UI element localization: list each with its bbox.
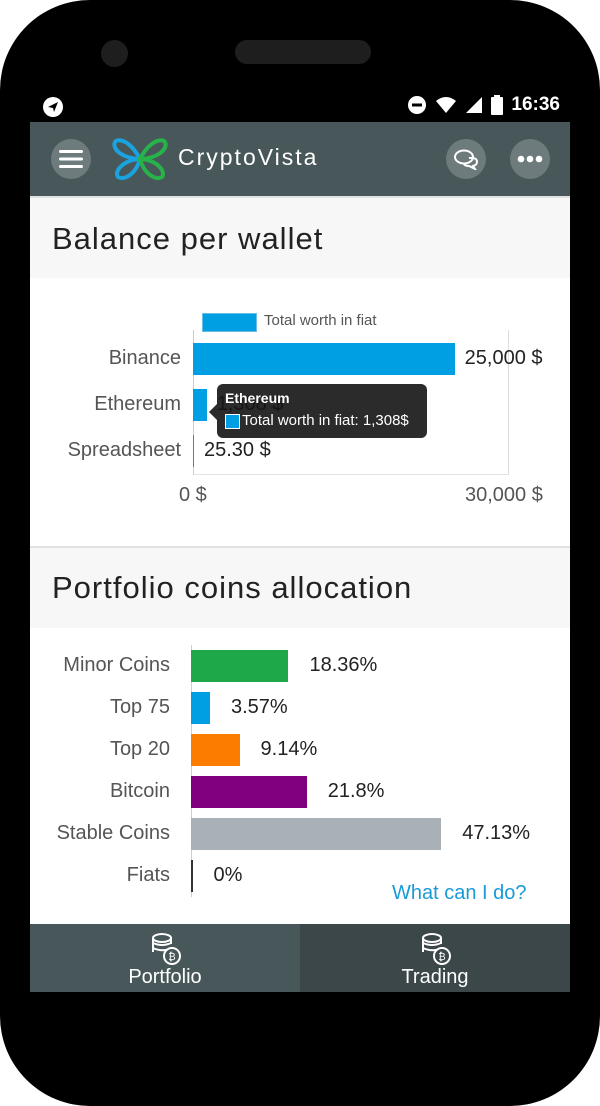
battery-icon [491, 95, 504, 115]
bar [191, 734, 240, 766]
data-label: 47.13% [462, 822, 531, 844]
y-tick-label: Bitcoin [109, 780, 170, 802]
data-label: 25,000 $ [464, 347, 543, 369]
bar [193, 435, 194, 467]
bar [193, 343, 455, 375]
location-arrow-icon [43, 97, 63, 117]
data-label: 25.30 $ [204, 439, 271, 461]
wifi-icon [436, 97, 457, 113]
bar [191, 776, 307, 808]
y-tick-label: Top 20 [109, 738, 170, 760]
y-tick-label: Minor Coins [63, 654, 170, 676]
chat-bubbles-icon [454, 149, 479, 170]
menu-button[interactable] [51, 139, 91, 179]
coins-stack-icon: ₿ [152, 933, 181, 965]
data-label: 9.14% [260, 738, 318, 760]
bar [193, 389, 207, 421]
signal-icon [466, 97, 483, 113]
bar [191, 692, 210, 724]
chart-tooltip: Ethereum Total worth in fiat: 1,308$ [217, 384, 427, 438]
data-label: 18.36% [309, 654, 378, 676]
y-tick-label: Fiats [126, 864, 170, 886]
do-not-disturb-icon [408, 96, 427, 114]
portfolio-section-header: Portfolio coins allocation [30, 546, 570, 629]
data-label: 21.8% [327, 780, 385, 802]
nav-label-portfolio: Portfolio [128, 966, 202, 988]
phone-frame: 16:36 CryptoVista Balance per wallet Tot… [0, 0, 600, 1106]
help-link[interactable]: What can I do? [392, 882, 527, 905]
bar [191, 650, 289, 682]
y-tick-label: Ethereum [94, 393, 181, 415]
earpiece-speaker [235, 40, 371, 64]
bar [191, 818, 442, 850]
nav-tab-portfolio[interactable]: ₿ Portfolio [30, 924, 300, 992]
cryptovista-logo [112, 138, 168, 180]
tooltip-title: Ethereum [225, 390, 290, 406]
y-tick-label: Top 75 [109, 696, 170, 718]
legend-label: Total worth in fiat [264, 312, 377, 329]
balance-section-header: Balance per wallet [30, 196, 570, 279]
bar [191, 860, 193, 892]
app-title: CryptoVista [178, 144, 319, 170]
front-camera [101, 40, 128, 67]
y-tick-label: Spreadsheet [67, 439, 181, 461]
x-tick-label: 0 $ [179, 484, 207, 506]
svg-text:₿: ₿ [168, 951, 175, 963]
coins-stack-icon: ₿ [422, 933, 451, 965]
more-dots-icon [517, 155, 543, 163]
nav-label-trading: Trading [401, 966, 469, 988]
data-label: 0% [213, 864, 243, 886]
balance-section-title: Balance per wallet [52, 221, 324, 256]
portfolio-chart-card: Minor Coins 18.36% Top 75 3.57% Top 20 9.14% B… [30, 628, 570, 924]
status-time: 16:36 [511, 94, 560, 115]
svg-text:₿: ₿ [438, 951, 445, 963]
tooltip-arrow [209, 404, 217, 420]
app-header: CryptoVista [30, 122, 570, 196]
tooltip-swatch [225, 414, 240, 429]
hamburger-menu-icon [59, 150, 83, 168]
y-tick-label: Binance [108, 347, 181, 369]
chat-button[interactable] [446, 139, 486, 179]
tooltip-text: Total worth in fiat: 1,308$ [242, 412, 409, 429]
x-tick-label: 30,000 $ [465, 484, 543, 506]
y-tick-label: Stable Coins [56, 822, 170, 844]
nav-tab-trading[interactable]: ₿ Trading [300, 924, 570, 992]
portfolio-section-title: Portfolio coins allocation [52, 570, 413, 605]
status-bar: 16:36 [30, 92, 570, 122]
more-options-button[interactable] [510, 139, 550, 179]
bottom-navigation: ₿ Portfolio ₿ Trading [30, 924, 570, 992]
app-screen: CryptoVista Balance per wallet Total wor… [30, 122, 570, 992]
data-label: 3.57% [230, 696, 288, 718]
